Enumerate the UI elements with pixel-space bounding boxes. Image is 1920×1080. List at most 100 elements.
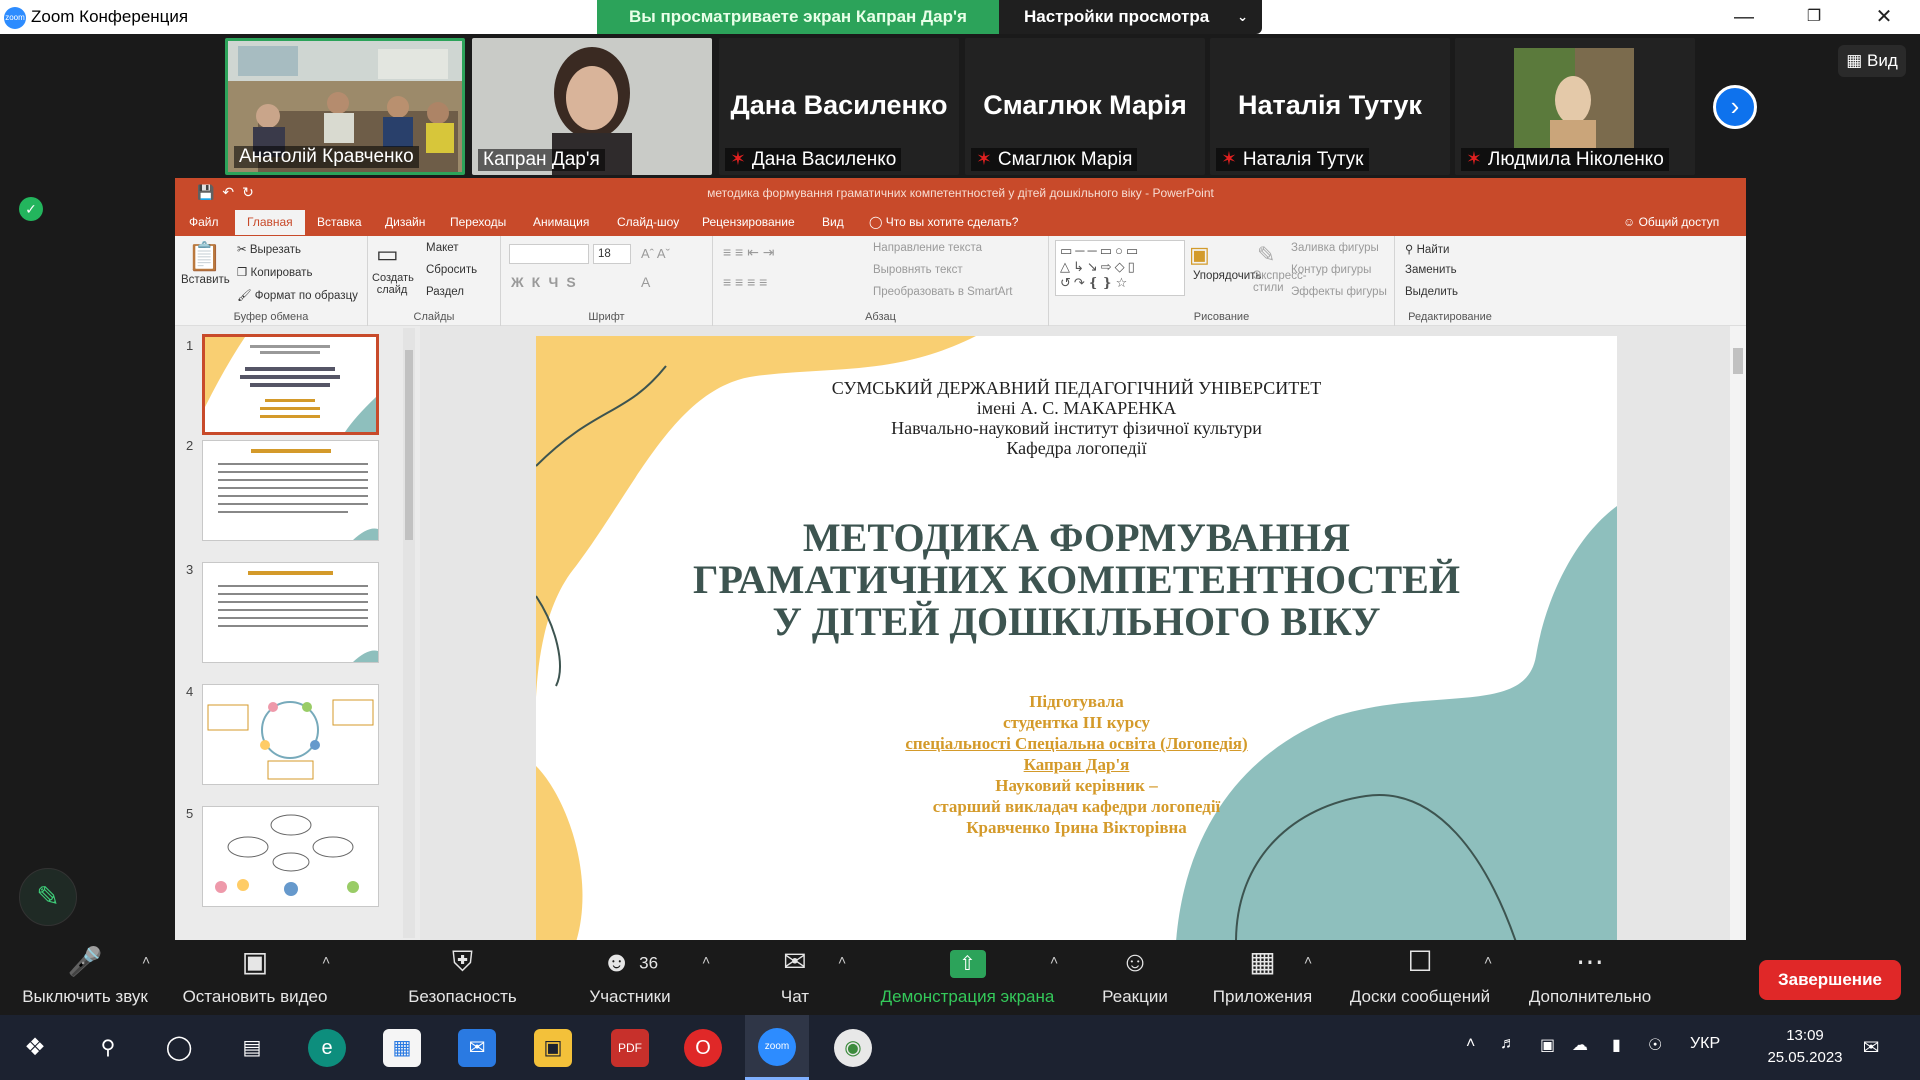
volume-icon[interactable]: ♬ (1500, 1035, 1516, 1053)
participants-options-caret-icon[interactable]: ˄ (702, 952, 710, 968)
security-button[interactable]: ⛨ Безопасность (395, 940, 530, 1015)
whiteboards-options-caret-icon[interactable]: ˄ (1484, 952, 1492, 968)
arrange-icon[interactable]: ▣ (1189, 242, 1210, 268)
search-icon[interactable]: ⚲ (89, 1029, 127, 1067)
whiteboards-button[interactable]: ☐ Доски сообщений (1340, 940, 1500, 1015)
share-options-caret-icon[interactable]: ˄ (1050, 952, 1058, 968)
mail-icon[interactable]: ✉ (458, 1029, 496, 1067)
cut-button[interactable]: ✂ Вырезать (237, 242, 301, 256)
grow-shrink-font-icons[interactable]: Aˆ Aˇ (641, 246, 670, 261)
reset-button[interactable]: Сбросить (426, 264, 477, 276)
smartart-button[interactable]: Преобразовать в SmartArt (873, 286, 1013, 298)
tab-file[interactable]: Файл (189, 215, 219, 229)
paste-icon[interactable]: 📋 (187, 240, 222, 273)
new-slide-button[interactable]: Создать слайд (372, 272, 414, 296)
shape-fill-button[interactable]: Заливка фигуры (1291, 242, 1379, 254)
video-tile[interactable]: Анатолій Кравченко (225, 38, 465, 175)
find-button[interactable]: ⚲ Найти (1405, 242, 1449, 256)
minimize-button[interactable]: — (1724, 4, 1764, 30)
zoom-taskbar-button[interactable]: zoom (745, 1015, 809, 1080)
thumbnails-scrollbar[interactable] (403, 328, 415, 938)
section-button[interactable]: Раздел (426, 286, 464, 298)
apps-options-caret-icon[interactable]: ˄ (1304, 952, 1312, 968)
new-slide-icon[interactable]: ▭ (376, 240, 399, 269)
view-button[interactable]: ▦ Вид (1838, 45, 1906, 77)
cortana-icon[interactable]: ◯ (160, 1029, 198, 1067)
shape-outline-button[interactable]: Контур фигуры (1291, 264, 1371, 276)
mute-button[interactable]: 🎤 Выключить звук (10, 940, 160, 1015)
slide-thumbnail[interactable] (202, 806, 379, 907)
layout-button[interactable]: Макет (426, 242, 459, 254)
video-button[interactable]: ▣ Остановить видео (175, 940, 335, 1015)
tab-review[interactable]: Рецензирование (702, 215, 795, 229)
chat-options-caret-icon[interactable]: ˄ (838, 952, 846, 968)
task-view-icon[interactable]: ▤ (233, 1029, 271, 1067)
video-tile[interactable]: ✶ Людмила Ніколенко (1455, 38, 1695, 175)
show-hidden-icons-icon[interactable]: ˄ (1466, 1035, 1475, 1053)
quick-styles-icon[interactable]: ✎ (1257, 242, 1275, 268)
clock[interactable]: 13:09 25.05.2023 (1750, 1025, 1860, 1069)
cloud-icon[interactable]: ☁ (1572, 1035, 1588, 1055)
camera-tray-icon[interactable]: ▣ (1540, 1035, 1555, 1055)
video-tile[interactable]: Наталія Тутук ✶ Наталія Тутук (1210, 38, 1450, 175)
video-tile[interactable]: Капран Дар'я (472, 38, 712, 175)
share-screen-button[interactable]: ⇧ Демонстрация экрана (870, 940, 1065, 1015)
end-meeting-button[interactable]: Завершение (1759, 960, 1901, 1000)
align-icons[interactable]: ≡ ≡ ≡ ≡ (723, 274, 767, 290)
notifications-icon[interactable]: ✉ (1852, 1029, 1890, 1067)
video-tile[interactable]: Смаглюк Марія ✶ Смаглюк Марія (965, 38, 1205, 175)
tab-transitions[interactable]: Переходы (450, 215, 506, 229)
font-size-field[interactable]: 18 (593, 244, 631, 264)
chat-button[interactable]: ✉ Чат (760, 940, 830, 1015)
font-name-field[interactable] (509, 244, 589, 264)
bold-italic-underline-icons[interactable]: ЖКЧS (511, 274, 584, 290)
tab-slideshow[interactable]: Слайд-шоу (617, 215, 679, 229)
video-options-caret-icon[interactable]: ˄ (322, 952, 330, 968)
scrollbar-thumb[interactable] (1733, 348, 1743, 374)
restore-button[interactable]: ❐ (1794, 4, 1834, 30)
chrome-browser-icon[interactable]: ◉ (834, 1029, 872, 1067)
next-page-button[interactable]: › (1713, 85, 1757, 129)
encryption-shield-icon[interactable]: ✓ (19, 197, 43, 221)
slide-thumbnail[interactable] (202, 684, 379, 785)
audio-options-caret-icon[interactable]: ˄ (142, 952, 150, 968)
language-indicator[interactable]: УКР (1690, 1035, 1720, 1053)
slide-thumbnail[interactable] (202, 440, 379, 541)
shapes-gallery[interactable]: ▭──▭○▭ △↳↘⇨◇▯ ↺↷❴❵☆ (1055, 240, 1185, 296)
tell-me-search[interactable]: ◯ Что вы хотите сделать? (869, 215, 1018, 229)
reactions-button[interactable]: ☺ Реакции (1085, 940, 1185, 1015)
arrange-button[interactable]: Упорядочить (1193, 270, 1261, 282)
file-explorer-icon[interactable]: ▣ (534, 1029, 572, 1067)
microsoft-store-icon[interactable]: ▦ (383, 1029, 421, 1067)
current-slide[interactable]: СУМСЬКИЙ ДЕРЖАВНИЙ ПЕДАГОГІЧНИЙ УНІВЕРСИ… (536, 336, 1617, 940)
opera-browser-icon[interactable]: O (684, 1029, 722, 1067)
replace-button[interactable]: Заменить (1405, 264, 1457, 276)
edge-browser-icon[interactable]: e (308, 1029, 346, 1067)
paste-button[interactable]: Вставить (181, 274, 230, 286)
more-button[interactable]: ⋯ Дополнительно (1520, 940, 1660, 1015)
copy-button[interactable]: ❐ Копировать (237, 265, 312, 279)
tab-design[interactable]: Дизайн (385, 215, 425, 229)
annotate-pencil-icon[interactable]: ✎ (19, 868, 77, 926)
close-button[interactable]: ✕ (1864, 4, 1904, 30)
tab-home[interactable]: Главная (235, 210, 305, 235)
align-text-button[interactable]: Выровнять текст (873, 264, 963, 276)
video-tile[interactable]: Дана Василенко ✶ Дана Василенко (719, 38, 959, 175)
tab-insert[interactable]: Вставка (317, 215, 362, 229)
slide-scrollbar[interactable] (1730, 326, 1746, 940)
windows-start-icon[interactable]: ❖ (16, 1029, 54, 1067)
scrollbar-thumb[interactable] (405, 350, 413, 540)
slide-thumbnail[interactable] (202, 562, 379, 663)
text-direction-button[interactable]: Направление текста (873, 242, 982, 254)
participants-button[interactable]: ☻ 36 Участники (570, 940, 690, 1015)
view-options-button[interactable]: Настройки просмотра ⌄ (999, 0, 1262, 34)
tab-animations[interactable]: Анимация (533, 215, 589, 229)
tab-view[interactable]: Вид (822, 215, 844, 229)
shape-effects-button[interactable]: Эффекты фигуры (1291, 286, 1387, 298)
wifi-icon[interactable]: ☉ (1648, 1035, 1662, 1055)
font-color-icon[interactable]: A (641, 274, 650, 290)
list-icons[interactable]: ≡ ≡ ⇤ ⇥ (723, 244, 774, 261)
select-button[interactable]: Выделить (1405, 286, 1458, 298)
share-button[interactable]: ☺ Общий доступ (1623, 215, 1719, 229)
format-painter-button[interactable]: 🖌 Формат по образцу (237, 288, 358, 302)
